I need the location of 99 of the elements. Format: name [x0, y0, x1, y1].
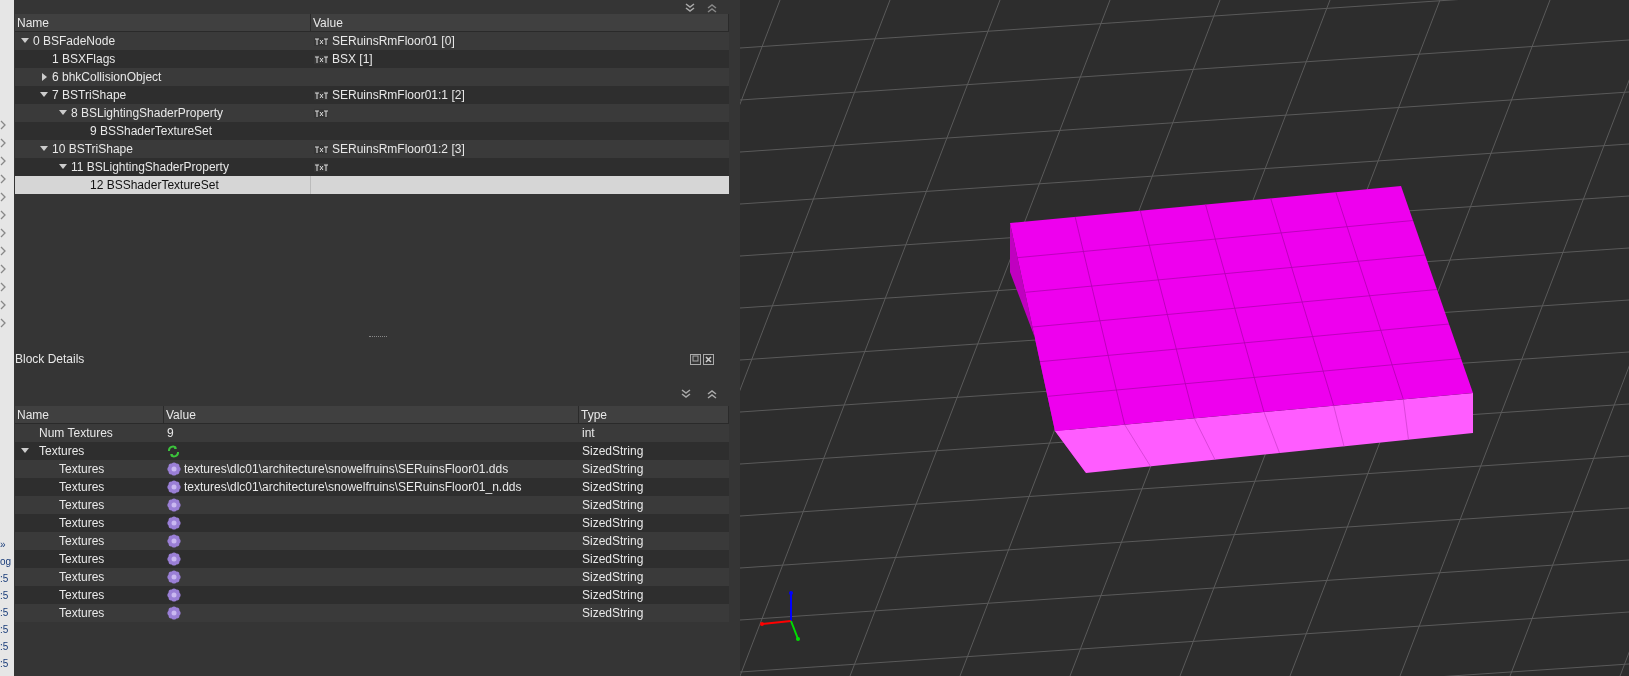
detail-row[interactable]: Textures textures\dlc01\architecture\snowelfruins\SERuinsFloor01.dds SizedString: [15, 460, 729, 478]
cut-off-text: :5: [0, 657, 10, 670]
flower-icon: [167, 552, 181, 566]
cut-off-text: :5: [0, 623, 10, 636]
tree-row[interactable]: 8 BSLightingShaderProperty: [15, 104, 729, 122]
field-name: Textures: [39, 443, 85, 460]
splitter-handle[interactable]: [368, 336, 387, 338]
flower-icon: [167, 480, 181, 494]
collapse-arrow-icon[interactable]: [21, 37, 29, 45]
cut-off-text: :5: [0, 572, 10, 585]
detail-row[interactable]: Textures SizedString: [15, 532, 729, 550]
field-name: Textures: [59, 605, 105, 622]
detail-row[interactable]: Num Textures 9 int: [15, 424, 729, 442]
detail-row[interactable]: Textures SizedString: [15, 514, 729, 532]
close-icon[interactable]: [703, 353, 714, 365]
node-value: BSX [1]: [332, 51, 373, 68]
flower-icon: [167, 462, 181, 476]
tree-row[interactable]: 12 BSShaderTextureSet: [15, 176, 729, 194]
panel-title: Block Details: [15, 351, 85, 368]
field-type: SizedString: [582, 515, 644, 532]
node-name: 7 BSTriShape: [52, 87, 127, 104]
column-header[interactable]: Value: [164, 406, 579, 423]
flower-icon: [167, 588, 181, 602]
column-header[interactable]: Type: [579, 406, 729, 423]
field-type: SizedString: [582, 443, 644, 460]
3d-viewport[interactable]: [740, 0, 1629, 676]
field-name: Textures: [59, 497, 105, 514]
tree-row[interactable]: 1 BSXFlags BSX [1]: [15, 50, 729, 68]
detail-row[interactable]: Textures SizedString: [15, 586, 729, 604]
detail-row[interactable]: Textures SizedString: [15, 496, 729, 514]
tree-row[interactable]: 9 BSShaderTextureSet: [15, 122, 729, 140]
field-type: SizedString: [582, 479, 644, 496]
field-type: SizedString: [582, 551, 644, 568]
field-type: SizedString: [582, 569, 644, 586]
column-header[interactable]: Name: [15, 14, 311, 31]
field-name: Textures: [59, 515, 105, 532]
expand-all-icon[interactable]: [706, 3, 718, 13]
field-name: Textures: [59, 461, 105, 478]
tree-row[interactable]: 10 BSTriShape SERuinsRmFloor01:2 [3]: [15, 140, 729, 158]
cut-off-text: :5: [0, 589, 10, 602]
tree-row[interactable]: 6 bhkCollisionObject: [15, 68, 729, 86]
tree-row[interactable]: 0 BSFadeNode SERuinsRmFloor01 [0]: [15, 32, 729, 50]
node-name: 0 BSFadeNode: [33, 33, 116, 50]
axis-gizmo-icon: [760, 591, 800, 641]
field-name: Textures: [59, 569, 105, 586]
cut-off-text: :5: [0, 640, 10, 653]
flower-icon: [167, 516, 181, 530]
node-name: 10 BSTriShape: [52, 141, 133, 158]
column-header[interactable]: Name: [15, 406, 164, 423]
field-value: textures\dlc01\architecture\snowelfruins\SERuinsFloor01.dds: [184, 461, 509, 478]
field-name: Textures: [59, 533, 105, 550]
node-name: 12 BSShaderTextureSet: [90, 177, 219, 194]
cut-off-text: og: [0, 555, 13, 568]
field-type: SizedString: [582, 605, 644, 622]
expand-all-icon[interactable]: [706, 389, 718, 399]
detail-row[interactable]: Textures SizedString: [15, 442, 729, 460]
collapse-arrow-icon[interactable]: [59, 163, 67, 171]
flower-icon: [167, 570, 181, 584]
field-type: SizedString: [582, 587, 644, 604]
field-type: SizedString: [582, 497, 644, 514]
collapse-all-icon[interactable]: [684, 3, 696, 13]
cut-off-text: :5: [0, 606, 10, 619]
field-type: SizedString: [582, 533, 644, 550]
column-header[interactable]: Value: [311, 14, 729, 31]
field-value: textures\dlc01\architecture\snowelfruins\SERuinsFloor01_n.dds: [184, 479, 522, 496]
tree-row[interactable]: 11 BSLightingShaderProperty: [15, 158, 729, 176]
node-value: SERuinsRmFloor01 [0]: [332, 33, 455, 50]
field-name: Num Textures: [39, 425, 113, 442]
field-name: Textures: [59, 587, 105, 604]
detail-row[interactable]: Textures textures\dlc01\architecture\snowelfruins\SERuinsFloor01_n.dds SizedString: [15, 478, 729, 496]
collapse-arrow-icon[interactable]: [59, 109, 67, 117]
detail-row[interactable]: Textures SizedString: [15, 550, 729, 568]
field-type: int: [582, 425, 595, 442]
field-name: Textures: [59, 479, 105, 496]
node-name: 11 BSLightingShaderProperty: [71, 159, 229, 176]
collapse-arrow-icon[interactable]: [21, 447, 29, 455]
node-name: 9 BSShaderTextureSet: [90, 123, 213, 140]
node-name: 8 BSLightingShaderProperty: [71, 105, 224, 122]
node-value: SERuinsRmFloor01:2 [3]: [332, 141, 465, 158]
node-name: 6 bhkCollisionObject: [52, 69, 162, 86]
field-value: 9: [167, 425, 174, 442]
box-mesh-drawing[interactable]: [1010, 186, 1473, 473]
float-panel-icon[interactable]: [690, 353, 701, 365]
flower-icon: [167, 534, 181, 548]
field-name: Textures: [59, 551, 105, 568]
collapse-arrow-icon[interactable]: [40, 91, 48, 99]
expand-arrow-icon[interactable]: [40, 73, 48, 81]
refresh-arrows-icon: [167, 444, 180, 458]
collapse-all-icon[interactable]: [680, 389, 692, 399]
cut-off-text: »: [0, 538, 7, 551]
flower-icon: [167, 606, 181, 620]
flower-icon: [167, 498, 181, 512]
detail-row[interactable]: Textures SizedString: [15, 604, 729, 622]
node-name: 1 BSXFlags: [52, 51, 116, 68]
tree-row[interactable]: 7 BSTriShape SERuinsRmFloor01:1 [2]: [15, 86, 729, 104]
node-value: SERuinsRmFloor01:1 [2]: [332, 87, 465, 104]
collapse-arrow-icon[interactable]: [40, 145, 48, 153]
detail-row[interactable]: Textures SizedString: [15, 568, 729, 586]
field-type: SizedString: [582, 461, 644, 478]
